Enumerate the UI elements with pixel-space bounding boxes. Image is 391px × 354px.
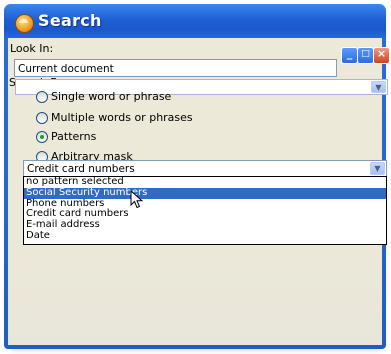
pattern-dropdown[interactable]: Credit card numbers ▼ <box>23 160 387 177</box>
minimize-icon: _ <box>346 47 353 60</box>
maximize-icon: □ <box>361 49 370 59</box>
title-bar[interactable]: Search <box>4 4 386 40</box>
search-for-dropdown-button[interactable]: ▼ <box>371 81 386 93</box>
list-item-highlighted[interactable]: Social Security numbers <box>24 187 386 199</box>
list-item[interactable]: E-mail address <box>24 219 386 231</box>
pattern-dropdown-button[interactable]: ▼ <box>370 162 385 175</box>
look-in-label: Look In: <box>10 42 54 55</box>
radio-label: Single word or phrase <box>51 90 172 103</box>
radio-button-selected[interactable] <box>36 131 48 143</box>
window-title: Search <box>38 11 102 30</box>
radio-label: Patterns <box>51 130 97 143</box>
chevron-down-icon: ▼ <box>375 83 382 92</box>
app-icon <box>15 14 34 33</box>
maximize-button[interactable]: □ <box>357 47 374 64</box>
list-item[interactable]: Date <box>24 230 386 242</box>
mouse-cursor-icon <box>130 190 144 209</box>
close-button[interactable]: × <box>373 47 390 64</box>
radio-button[interactable] <box>36 91 48 103</box>
pattern-options-list: no pattern selected Social Security numb… <box>23 176 387 245</box>
look-in-value: Current document <box>18 63 114 75</box>
pattern-value: Credit card numbers <box>27 163 135 175</box>
radio-label: Multiple words or phrases <box>51 111 193 124</box>
look-in-field[interactable]: Current document <box>14 59 337 77</box>
minimize-button[interactable]: _ <box>341 47 358 64</box>
radio-button[interactable] <box>36 112 48 124</box>
close-icon: × <box>376 47 387 60</box>
chevron-down-icon: ▼ <box>374 164 381 173</box>
